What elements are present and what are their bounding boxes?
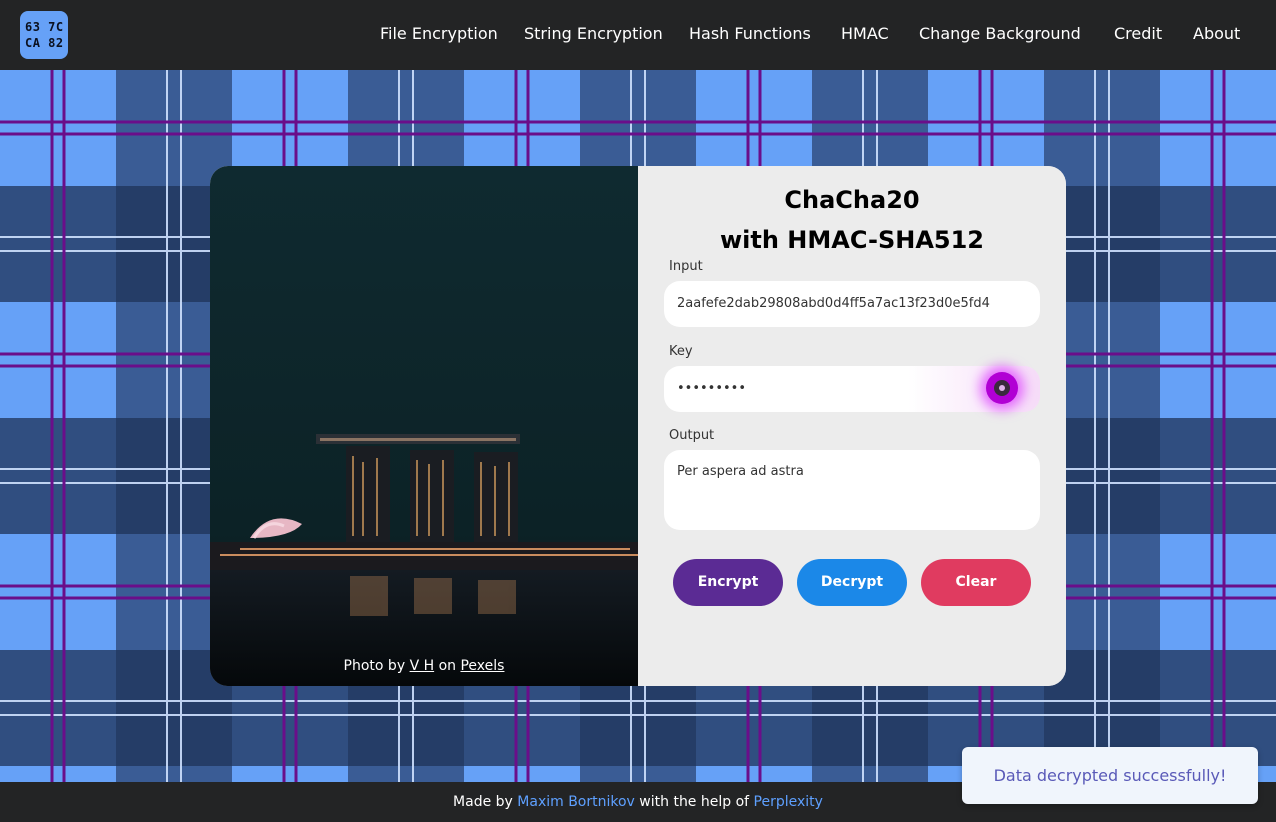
- app-logo[interactable]: 63 7C CA 82: [20, 11, 68, 59]
- toast-notification: Data decrypted successfully!: [962, 747, 1258, 804]
- author-link[interactable]: Maxim Bortnikov: [517, 794, 635, 810]
- photo-author-link[interactable]: V H: [410, 658, 435, 674]
- nav-hmac[interactable]: HMAC: [841, 24, 889, 43]
- nav-change-background[interactable]: Change Background: [919, 24, 1081, 43]
- nav-credit[interactable]: Credit: [1114, 24, 1162, 43]
- photo-credit: Photo by V H on Pexels: [210, 658, 638, 674]
- decrypt-button[interactable]: Decrypt: [797, 559, 907, 606]
- key-label: Key: [669, 344, 693, 359]
- pexels-link[interactable]: Pexels: [460, 658, 504, 674]
- footer-prefix: Made by: [453, 794, 513, 810]
- footer-middle: with the help of: [639, 794, 750, 810]
- toggle-visibility-icon[interactable]: [986, 372, 1018, 404]
- key-value: •••••••••: [677, 381, 747, 396]
- nav-about[interactable]: About: [1193, 24, 1240, 43]
- cipher-card: Photo by V H on Pexels ChaCha20 with HMA…: [210, 166, 1066, 686]
- input-field[interactable]: 2aafefe2dab29808abd0d4ff5a7ac13f23d0e5fd…: [664, 281, 1040, 327]
- output-field[interactable]: Per aspera ad astra: [664, 450, 1040, 530]
- photo-credit-middle: on: [438, 658, 457, 674]
- encrypt-button[interactable]: Encrypt: [673, 559, 783, 606]
- input-label: Input: [669, 259, 703, 274]
- nav-string-encryption[interactable]: String Encryption: [524, 24, 663, 43]
- logo-line-2: CA 82: [25, 36, 64, 50]
- cipher-form: ChaCha20 with HMAC-SHA512 Input 2aafefe2…: [638, 166, 1066, 686]
- key-field[interactable]: •••••••••: [664, 366, 1040, 412]
- page-title-line-2: with HMAC-SHA512: [719, 226, 985, 254]
- page-title-line-1: ChaCha20: [784, 186, 920, 214]
- output-label: Output: [669, 428, 715, 443]
- top-navbar: 63 7C CA 82 File Encryption String Encry…: [0, 0, 1276, 70]
- nav-hash-functions[interactable]: Hash Functions: [689, 24, 811, 43]
- perplexity-link[interactable]: Perplexity: [754, 794, 823, 810]
- photo-credit-prefix: Photo by: [343, 658, 406, 674]
- clear-button[interactable]: Clear: [921, 559, 1031, 606]
- nav-file-encryption[interactable]: File Encryption: [380, 24, 498, 43]
- logo-line-1: 63 7C: [25, 20, 64, 34]
- city-night-photo: [210, 166, 638, 686]
